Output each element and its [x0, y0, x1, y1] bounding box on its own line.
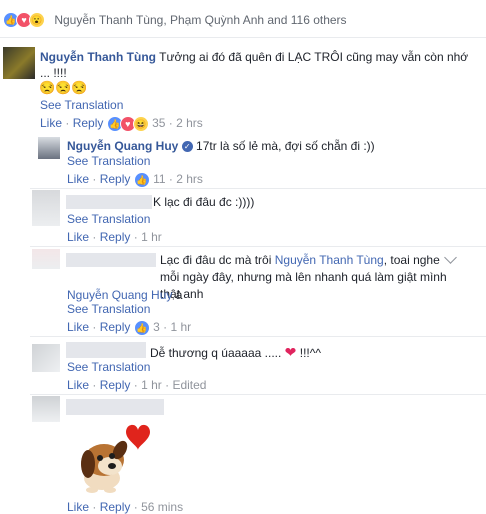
- comment-body: Dễ thương q úaaaaa ..... ❤ !!!^^: [150, 344, 322, 360]
- edited-label[interactable]: Edited: [172, 378, 206, 392]
- comment-body: Lạc đi đâu dc mà trôi Nguyễn Thanh Tùng,…: [160, 253, 447, 301]
- reactions-bar[interactable]: 👍 ♥ 😮 Nguyễn Thanh Tùng, Phạm Quỳnh Anh an…: [3, 12, 347, 28]
- like-button[interactable]: Like: [67, 500, 89, 514]
- comment-actions: Like · Reply · 1 hr · Edited: [67, 378, 207, 392]
- reply-button[interactable]: Reply: [100, 230, 131, 244]
- reaction-count[interactable]: 3: [153, 320, 160, 334]
- redacted-name: [66, 399, 164, 415]
- reaction-count[interactable]: 11: [153, 172, 165, 186]
- avatar[interactable]: [32, 190, 60, 226]
- comment-text: Lạc đi đâu dc mà trôi: [160, 253, 275, 267]
- avatar[interactable]: [3, 47, 35, 79]
- comment-text: 17tr là số lẻ mà, đợi số chẵn đi :)): [196, 139, 375, 153]
- redacted-name: [66, 342, 146, 358]
- wow-reaction-icon: 😮: [29, 12, 45, 28]
- mention-link[interactable]: Nguyễn Thanh Tùng: [275, 253, 384, 267]
- redacted-name: [66, 195, 152, 209]
- comment-emoji-line: 😒😒😒: [39, 80, 88, 95]
- comment-text: K lạc đi đâu đc :)))): [153, 195, 255, 209]
- heart-icon: ❤: [284, 344, 297, 360]
- comment-time[interactable]: 2 hrs: [176, 172, 203, 186]
- comment-actions: Like · Reply 👍 ♥ 😆 35 · 2 hrs: [40, 116, 203, 132]
- comment-text: Dễ thương q úaaaaa .....: [150, 346, 282, 360]
- like-reaction-icon: 👍: [133, 172, 150, 188]
- comment-time[interactable]: 1 hr: [141, 378, 162, 392]
- avatar[interactable]: [38, 137, 60, 159]
- comment-body: Nguyễn Quang Huy ✓ 17tr là số lẻ mà, đợi…: [67, 138, 375, 154]
- comment-author[interactable]: Nguyễn Thanh Tùng: [40, 50, 156, 64]
- see-translation-link[interactable]: See Translation: [40, 98, 123, 112]
- comment-time[interactable]: 56 mins: [141, 500, 183, 514]
- like-button[interactable]: Like: [67, 172, 89, 186]
- like-button[interactable]: Like: [67, 378, 89, 392]
- avatar[interactable]: [32, 249, 60, 269]
- reactions-names[interactable]: Nguyễn Thanh Tùng, Phạm Quỳnh Anh and 11…: [54, 13, 346, 27]
- comment-actions: Like · Reply · 1 hr: [67, 230, 162, 244]
- avatar[interactable]: [32, 396, 60, 422]
- haha-reaction-icon: 😆: [132, 116, 149, 132]
- reaction-icons[interactable]: 👍 ♥ 😆: [106, 116, 149, 132]
- reply-button[interactable]: Reply: [73, 116, 104, 130]
- mention-link[interactable]: Nguyễn Quang Huy: [67, 288, 172, 302]
- see-translation-link[interactable]: See Translation: [67, 154, 150, 168]
- dog-heart-sticker: [81, 424, 150, 493]
- like-reaction-icon: 👍: [133, 320, 150, 336]
- see-translation-link[interactable]: See Translation: [67, 212, 150, 226]
- comment-time[interactable]: 1 hr: [170, 320, 191, 334]
- comment-actions: Like · Reply 👍 11 · 2 hrs: [67, 172, 203, 188]
- comment-time[interactable]: 2 hrs: [176, 116, 203, 130]
- see-translation-link[interactable]: See Translation: [67, 360, 150, 374]
- comment-actions: Like · Reply · 56 mins: [67, 500, 184, 514]
- comment-author[interactable]: Nguyễn Quang Huy: [67, 139, 178, 153]
- like-button[interactable]: Like: [67, 320, 89, 334]
- reply-button[interactable]: Reply: [100, 500, 131, 514]
- reply-button[interactable]: Reply: [100, 378, 131, 392]
- reply-button[interactable]: Reply: [100, 172, 131, 186]
- like-button[interactable]: Like: [67, 230, 89, 244]
- like-button[interactable]: Like: [40, 116, 62, 130]
- comment-actions: Like · Reply 👍 3 · 1 hr: [67, 320, 192, 336]
- comment-body: Nguyễn Thanh Tùng Tưởng ai đó đã quên đi…: [40, 49, 480, 81]
- verified-icon: ✓: [181, 141, 193, 153]
- reaction-count[interactable]: 35: [152, 116, 165, 130]
- avatar[interactable]: [32, 344, 60, 372]
- comment-time[interactable]: 1 hr: [141, 230, 162, 244]
- reply-button[interactable]: Reply: [100, 320, 131, 334]
- see-translation-link[interactable]: See Translation: [67, 302, 150, 316]
- redacted-name: [66, 253, 156, 267]
